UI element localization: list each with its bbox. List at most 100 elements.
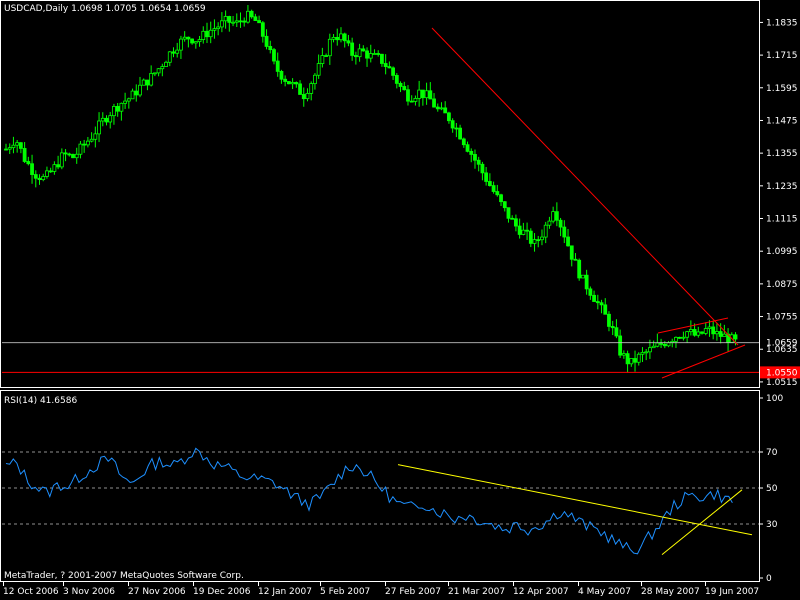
candle-body <box>257 20 261 24</box>
candle-body <box>357 48 362 58</box>
candle-body <box>588 288 593 296</box>
candle-body <box>335 36 340 41</box>
candle-body <box>339 33 343 41</box>
candle-body <box>167 51 172 63</box>
candle-body <box>82 143 87 146</box>
candle-body <box>409 100 414 103</box>
date-tick-label: 4 May 2007 <box>578 587 631 597</box>
candle-body <box>376 53 381 55</box>
candle-body <box>432 98 436 108</box>
candle-body <box>298 83 302 95</box>
candle-body <box>45 170 49 177</box>
candle-body <box>59 152 64 168</box>
candle-body <box>104 117 109 123</box>
candle-body <box>473 154 477 161</box>
date-tick-label: 21 Mar 2007 <box>448 587 505 597</box>
candle-body <box>264 35 269 47</box>
candle-body <box>71 154 75 159</box>
candle-body <box>286 81 291 85</box>
candle-body <box>566 236 570 247</box>
candle-body <box>688 329 693 333</box>
candle-body <box>607 313 611 327</box>
resistance-trendline <box>431 27 739 346</box>
candle-body <box>595 301 600 304</box>
candle-body <box>573 258 578 261</box>
date-tick-label: 19 Dec 2006 <box>193 587 251 597</box>
price-tick-label: 1.0875 <box>766 280 798 290</box>
candle-body <box>227 16 232 23</box>
candle-body <box>674 336 678 342</box>
candle-body <box>454 127 459 130</box>
candle-body <box>435 106 440 110</box>
price-tick-label: 1.1595 <box>766 84 798 94</box>
candle-body <box>63 152 68 155</box>
candle-body <box>484 172 489 182</box>
candle-body <box>368 53 373 59</box>
candle-body <box>406 89 410 102</box>
candle-body <box>733 334 738 340</box>
rsi-tick-label: 100 <box>766 394 783 404</box>
candle-body <box>279 70 284 80</box>
candle-body <box>145 79 150 86</box>
candle-body <box>677 336 682 339</box>
candle-body <box>383 63 388 67</box>
candle-body <box>558 219 563 228</box>
candle-body <box>510 217 515 220</box>
candle-body <box>443 107 448 114</box>
candle-body <box>692 329 697 336</box>
candle-body <box>126 98 131 102</box>
metatrader-chart[interactable]: 1.06591.0550 1.18351.17151.15951.14751.1… <box>0 0 800 600</box>
candle-body <box>130 90 135 100</box>
date-tick-label: 19 Jun 2007 <box>705 587 759 597</box>
candle-body <box>115 106 120 112</box>
candle-body <box>532 239 537 244</box>
candle-body <box>327 38 332 57</box>
candle-body <box>495 191 500 196</box>
candle-body <box>417 89 422 99</box>
rsi-tick-label: 50 <box>766 484 778 494</box>
rsi-tick-label: 70 <box>766 448 778 458</box>
candle-body <box>450 120 455 129</box>
candle-body <box>618 335 623 356</box>
price-candles <box>4 5 738 373</box>
candle-body <box>700 331 704 334</box>
candle-body <box>380 53 384 64</box>
candle-body <box>152 72 157 75</box>
candle-body <box>309 83 314 94</box>
candle-body <box>350 42 355 56</box>
candle-body <box>487 181 492 186</box>
candle-body <box>138 84 142 96</box>
candle-body <box>208 29 213 38</box>
candle-body <box>625 353 630 365</box>
candle-body <box>141 79 146 86</box>
candle-body <box>15 142 20 146</box>
candle-body <box>30 163 34 175</box>
date-tick-label: 3 Nov 2006 <box>63 587 115 597</box>
candle-body <box>33 174 38 179</box>
candle-body <box>216 26 221 29</box>
candle-body <box>123 100 128 104</box>
candle-body <box>242 20 247 23</box>
date-tick-label: 5 Feb 2007 <box>320 587 370 597</box>
support-price-label: 1.0550 <box>766 368 798 378</box>
candle-body <box>703 328 708 334</box>
candle-body <box>156 68 161 74</box>
candle-body <box>592 294 596 302</box>
rsi-panel-frame <box>0 390 760 582</box>
candle-body <box>231 21 235 24</box>
candle-body <box>696 331 701 336</box>
candle-body <box>569 245 574 260</box>
candle-body <box>56 164 61 168</box>
candle-body <box>629 358 634 365</box>
candle-body <box>662 343 667 347</box>
candle-body <box>171 51 176 54</box>
candle-body <box>461 138 466 146</box>
candle-body <box>480 163 485 174</box>
candle-body <box>4 148 8 151</box>
date-tick-label: 27 Feb 2007 <box>385 587 441 597</box>
candle-body <box>707 326 712 329</box>
candle-body <box>268 46 273 51</box>
candle-body <box>391 67 395 76</box>
candle-body <box>26 161 31 165</box>
candle-body <box>506 207 511 219</box>
